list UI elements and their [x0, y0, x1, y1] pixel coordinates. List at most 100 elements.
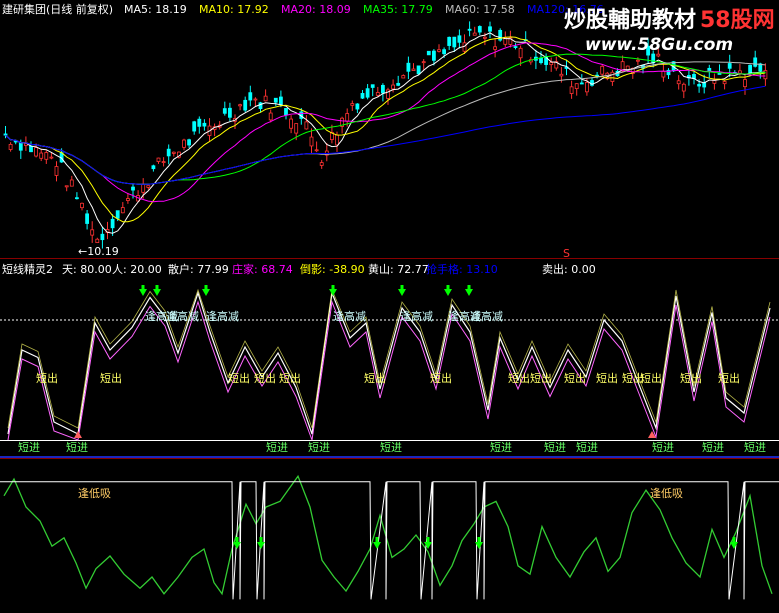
candle: [549, 62, 554, 66]
candle: [75, 197, 79, 200]
candle: [452, 36, 457, 48]
candle: [273, 97, 278, 103]
candle: [380, 84, 385, 94]
legend-item: 天: 80.00: [62, 263, 112, 276]
candle: [80, 202, 84, 209]
candle: [314, 149, 319, 152]
buy-label: 短进: [490, 440, 512, 454]
buy-label: 短进: [66, 440, 88, 454]
legend-item: 人: 20.00: [112, 263, 162, 276]
candle: [110, 218, 115, 229]
candle: [375, 92, 380, 96]
candle: [416, 65, 421, 75]
low-price-label: ←10.19: [78, 245, 119, 258]
candle: [156, 157, 161, 162]
legend-item: MA35: 17.79: [363, 3, 433, 16]
stock-chart[interactable]: ←10.19 S 逢高减逢高减 逢高减 逢高减 逢高减 逢高减逢高减短出 短出 短出 短出 短出短…: [0, 0, 779, 613]
candle: [513, 46, 518, 48]
candle: [585, 82, 589, 93]
candle: [243, 99, 248, 111]
candle: [539, 57, 543, 64]
candle: [697, 83, 701, 87]
buy-label: 短进: [744, 440, 766, 454]
sell-label: 逢高减: [166, 309, 199, 323]
candle: [131, 186, 135, 191]
legend-item: MA10: 17.92: [199, 3, 269, 16]
candle: [753, 57, 758, 67]
sell-label: 逢高减: [333, 309, 366, 323]
candle: [3, 133, 8, 136]
candle: [467, 28, 472, 31]
candle: [636, 59, 640, 62]
candle: [574, 83, 579, 90]
candle: [457, 35, 462, 43]
exit-label: 短出: [530, 371, 552, 385]
absorb-label: 逢低吸: [78, 487, 111, 500]
legend-item: 短线精灵2: [2, 262, 53, 276]
legend-item: MA20: 18.09: [281, 3, 351, 16]
candle: [171, 151, 176, 154]
buy-label: 短进: [702, 440, 724, 454]
candle: [69, 179, 74, 187]
candle: [187, 139, 192, 146]
candle: [18, 142, 23, 151]
candle: [600, 65, 605, 75]
buy-label: 短进: [576, 440, 598, 454]
candle: [304, 121, 309, 130]
candle: [248, 92, 253, 101]
candle: [95, 238, 100, 244]
candle: [518, 47, 523, 59]
candle: [278, 96, 283, 105]
candle: [197, 118, 202, 127]
candle: [39, 152, 44, 159]
sell-label: 逢高减: [470, 309, 503, 323]
candle: [192, 121, 197, 132]
legend-item: MA5: 18.19: [124, 3, 187, 16]
candle: [85, 213, 89, 224]
candle: [100, 233, 105, 241]
candle: [64, 185, 69, 188]
candle: [482, 36, 487, 39]
candle: [431, 50, 436, 61]
candle: [406, 62, 411, 72]
candle: [309, 136, 314, 147]
candle: [681, 83, 686, 92]
candle: [120, 207, 125, 214]
buy-label: 短进: [266, 440, 288, 454]
candle: [319, 162, 324, 166]
legend-item: 庄家: 68.74: [232, 262, 293, 276]
candle: [115, 210, 120, 219]
candle: [44, 152, 49, 160]
candle: [559, 73, 564, 77]
price-legend: 建研集团(日线 前复权) MA5: 18.19 MA10: 17.92 MA20: …: [2, 2, 604, 16]
candle: [727, 63, 732, 69]
candle: [437, 49, 441, 52]
legend-item: 卖出: 0.00: [542, 262, 596, 276]
candle: [222, 108, 227, 114]
legend-item: 倒影: -38.90: [300, 263, 365, 276]
exit-label: 短出: [640, 371, 662, 385]
buy-label: 短进: [18, 440, 40, 454]
candle: [426, 50, 431, 56]
candle: [411, 68, 416, 71]
watermark-brand: 58股网: [700, 8, 775, 33]
candle: [702, 82, 707, 88]
exit-label: 短出: [596, 371, 618, 385]
candle: [253, 98, 258, 101]
candle: [579, 82, 584, 85]
exit-label: 短出: [254, 371, 276, 385]
candle: [743, 79, 747, 88]
candle: [447, 36, 452, 46]
watermark-text: 炒股輔助教材: [564, 7, 696, 33]
candle: [365, 88, 370, 98]
chart-title: 建研集团(日线 前复权): [2, 2, 113, 16]
candle: [661, 70, 666, 78]
candle: [401, 75, 406, 79]
watermark-url: www.58Gu.com: [585, 35, 733, 55]
exit-label: 短出: [100, 371, 122, 385]
legend-item: MA60: 17.58: [445, 3, 515, 16]
legend-item: 散户: 77.99: [168, 262, 229, 276]
candle: [477, 26, 482, 33]
candle: [360, 93, 365, 99]
candle: [707, 67, 712, 71]
